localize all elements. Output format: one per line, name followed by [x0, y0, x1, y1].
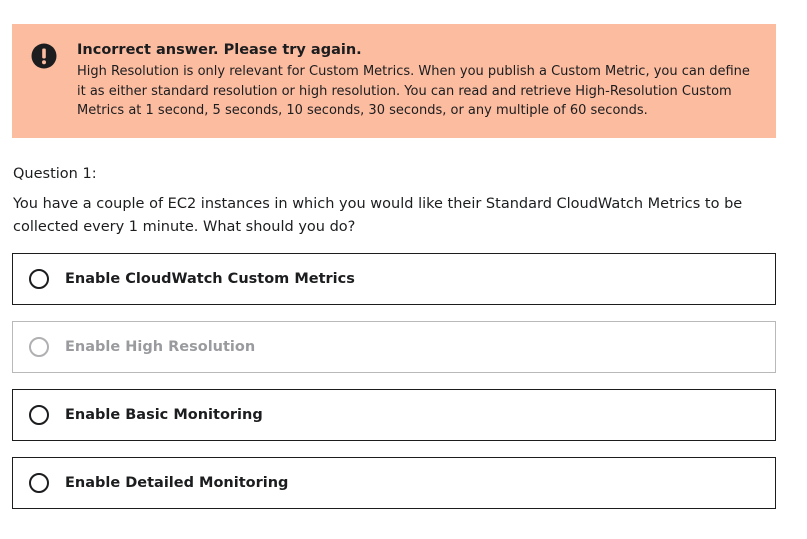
question-number: Question 1:: [13, 166, 97, 182]
answer-option-custom-metrics[interactable]: Enable CloudWatch Custom Metrics: [12, 253, 776, 305]
answer-option-high-resolution: Enable High Resolution: [12, 321, 776, 373]
radio-button-icon: [29, 337, 49, 357]
alert-explanation: High Resolution is only relevant for Cus…: [77, 64, 750, 118]
answer-option-label: Enable High Resolution: [65, 339, 256, 355]
radio-button-icon[interactable]: [29, 269, 49, 289]
radio-button-icon[interactable]: [29, 473, 49, 493]
answer-option-label: Enable Basic Monitoring: [65, 407, 263, 423]
answer-option-basic-monitoring[interactable]: Enable Basic Monitoring: [12, 389, 776, 441]
incorrect-answer-alert: Incorrect answer. Please try again. High…: [12, 24, 776, 138]
radio-button-icon[interactable]: [29, 405, 49, 425]
answer-option-label: Enable CloudWatch Custom Metrics: [65, 271, 355, 287]
answer-option-detailed-monitoring[interactable]: Enable Detailed Monitoring: [12, 457, 776, 509]
answer-option-label: Enable Detailed Monitoring: [65, 475, 289, 491]
question-text: You have a couple of EC2 instances in wh…: [13, 196, 743, 235]
alert-title: Incorrect answer. Please try again.: [77, 42, 362, 58]
exclamation-circle-icon: [31, 43, 57, 69]
